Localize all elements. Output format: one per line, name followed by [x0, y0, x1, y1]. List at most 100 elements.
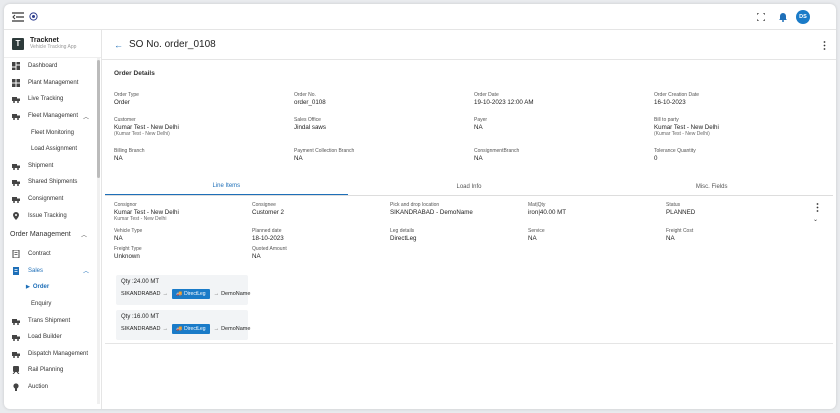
- tab-load-info[interactable]: Load Info: [348, 178, 591, 195]
- field-subvalue: (Kumar Test - New Delhi): [654, 131, 710, 137]
- field-value: Order: [114, 99, 130, 106]
- sidebar-item-label: Rail Planning: [28, 367, 64, 374]
- sidebar-item-issue-tracking[interactable]: Issue Tracking: [4, 207, 101, 224]
- sidebar-item-rail-planning[interactable]: Rail Planning: [4, 362, 101, 379]
- pin-icon: [12, 211, 20, 220]
- field-service: Service NA: [528, 228, 666, 242]
- leg-type-label: DirectLeg: [184, 291, 206, 297]
- order-details-row-1: Order Type Order Order No. order_0108 Orde…: [114, 92, 834, 106]
- app-frame: DS T Tracknet Vehicle Tracking App Dashb…: [4, 4, 836, 409]
- more-vertical-icon[interactable]: [822, 40, 826, 50]
- sidebar-item-trans-shipment[interactable]: Trans Shipment: [4, 312, 101, 329]
- sidebar-item-sales[interactable]: Sales ︿: [4, 263, 101, 280]
- sidebar-item-label: Issue Tracking: [28, 212, 67, 219]
- leg-card: Qty :16.00 MT SIKANDRABAD → 🚚 DirectLeg →…: [116, 310, 250, 340]
- line-item-row-2: Vehicle Type NA Planned date 18-10-2023 Le…: [114, 228, 804, 242]
- field-label: Order Date: [474, 92, 499, 98]
- sidebar-item-label: Auction: [28, 383, 49, 390]
- collapse-menu-icon[interactable]: [12, 12, 24, 22]
- field-label: Billing Branch: [114, 148, 145, 154]
- field-label: Customer: [114, 117, 136, 123]
- shared-icon: [12, 178, 20, 187]
- sidebar-scrollbar[interactable]: [97, 58, 100, 404]
- field-order-type: Order Type Order: [114, 92, 294, 106]
- field-label: Payment Collection Branch: [294, 148, 355, 154]
- sidebar-item-dashboard[interactable]: Dashboard: [4, 58, 101, 75]
- leg-card: Qty :24.00 MT SIKANDRABAD → 🚚 DirectLeg →…: [116, 275, 250, 305]
- field-value: 18-10-2023: [252, 235, 284, 242]
- sidebar-item-label: Consignment: [28, 196, 64, 203]
- scrollbar-thumb[interactable]: [97, 60, 100, 178]
- dispatch-icon: [12, 350, 20, 358]
- top-bar: DS: [4, 4, 836, 30]
- field-value: Jindal saws: [294, 124, 326, 131]
- field-value: 0: [654, 155, 658, 162]
- sidebar-item-enquiry[interactable]: Enquiry: [4, 296, 101, 313]
- sidebar-item-auction[interactable]: Auction: [4, 379, 101, 396]
- sidebar-item-label: Shipment: [28, 162, 54, 169]
- field-value: DirectLeg: [390, 235, 417, 242]
- user-avatar[interactable]: DS: [796, 10, 810, 24]
- sidebar-item-plant-management[interactable]: Plant Management: [4, 75, 101, 92]
- sidebar-item-contract[interactable]: Contract: [4, 246, 101, 263]
- section-divider: [105, 343, 833, 344]
- field-label: Order No.: [294, 92, 316, 98]
- chevron-down-icon[interactable]: ⌄: [813, 216, 818, 223]
- sidebar-item-consignment[interactable]: Consignment: [4, 191, 101, 208]
- chevron-up-icon: ︿: [82, 269, 89, 276]
- sidebar-item-fleet-management[interactable]: Fleet Management ︿: [4, 108, 101, 125]
- field-label: Planned date: [252, 228, 282, 234]
- truck-icon: 🚚: [175, 326, 183, 332]
- leg-type-label: DirectLeg: [184, 326, 206, 332]
- field-value: Customer 2: [252, 209, 284, 216]
- page-header: ← SO No. order_0108: [102, 30, 836, 60]
- back-arrow-icon[interactable]: ←: [114, 40, 123, 50]
- field-payer: Payer NA: [474, 117, 654, 137]
- sidebar-item-fleet-monitoring[interactable]: Fleet Monitoring: [4, 124, 101, 141]
- sidebar-item-load-builder[interactable]: Load Builder: [4, 329, 101, 346]
- leg-from: SIKANDRABAD: [121, 291, 161, 297]
- leg-quantity: Qty :16.00 MT: [121, 314, 160, 320]
- sidebar-item-label: Enquiry: [31, 301, 52, 308]
- sidebar-nav: Dashboard Plant Management Live Tracking…: [4, 58, 101, 395]
- sidebar-section-order-management[interactable]: Order Management ︿: [4, 224, 101, 246]
- field-label: Quoted Amount: [252, 246, 287, 252]
- field-mat-qty: Mat|Qty iron|40.00 MT: [528, 202, 666, 222]
- notification-bell-icon[interactable]: [779, 12, 787, 22]
- arrow-right-icon: →: [213, 291, 220, 297]
- sidebar-item-label: Dispatch Management: [28, 350, 89, 357]
- field-value: NA: [114, 155, 123, 162]
- field-value: NA: [114, 235, 123, 242]
- auction-icon: [12, 383, 20, 391]
- sidebar-item-dispatch-management[interactable]: Dispatch Management: [4, 346, 101, 363]
- shipment-icon: [12, 162, 20, 170]
- caret-right-icon: ▶: [26, 284, 30, 291]
- trans-icon: [12, 317, 20, 325]
- field-bill-to-party: Bill to party Kumar Test - New Delhi (Kuma…: [654, 117, 834, 137]
- field-freight-type: Freight Type Unknown: [114, 246, 252, 260]
- status-badge: PLANNED: [666, 209, 696, 216]
- field-customer: Customer Kumar Test - New Delhi (Kumar Tes…: [114, 117, 294, 137]
- sidebar: T Tracknet Vehicle Tracking App Dashboar…: [4, 30, 102, 409]
- tab-misc-fields[interactable]: Misc. Fields: [590, 178, 833, 195]
- field-value: iron|40.00 MT: [528, 209, 567, 216]
- sidebar-item-load-assignment[interactable]: Load Assignment: [4, 141, 101, 158]
- fullscreen-icon[interactable]: [757, 13, 765, 21]
- sidebar-item-shipment[interactable]: Shipment: [4, 158, 101, 175]
- field-value: NA: [252, 253, 261, 260]
- field-subvalue: Kumar Test - New Delhi: [114, 216, 167, 222]
- field-planned-date: Planned date 18-10-2023: [252, 228, 390, 242]
- chevron-up-icon: ︿: [82, 114, 89, 121]
- sidebar-item-order[interactable]: ▶ Order: [4, 279, 101, 296]
- sidebar-item-shared-shipments[interactable]: Shared Shipments: [4, 174, 101, 191]
- tab-line-items[interactable]: Line Items: [105, 178, 348, 195]
- sidebar-item-live-tracking[interactable]: Live Tracking: [4, 91, 101, 108]
- line-item-more-icon[interactable]: [815, 203, 819, 212]
- field-value: NA: [474, 155, 483, 162]
- leg-type-badge: 🚚 DirectLeg: [171, 324, 210, 334]
- leg-route: SIKANDRABAD → 🚚 DirectLeg → DemoName: [121, 289, 250, 299]
- sidebar-item-label: Shared Shipments: [28, 179, 78, 186]
- leg-quantity: Qty :24.00 MT: [121, 279, 160, 285]
- field-label: Vehicle Type: [114, 228, 143, 234]
- field-label: Status: [666, 202, 681, 208]
